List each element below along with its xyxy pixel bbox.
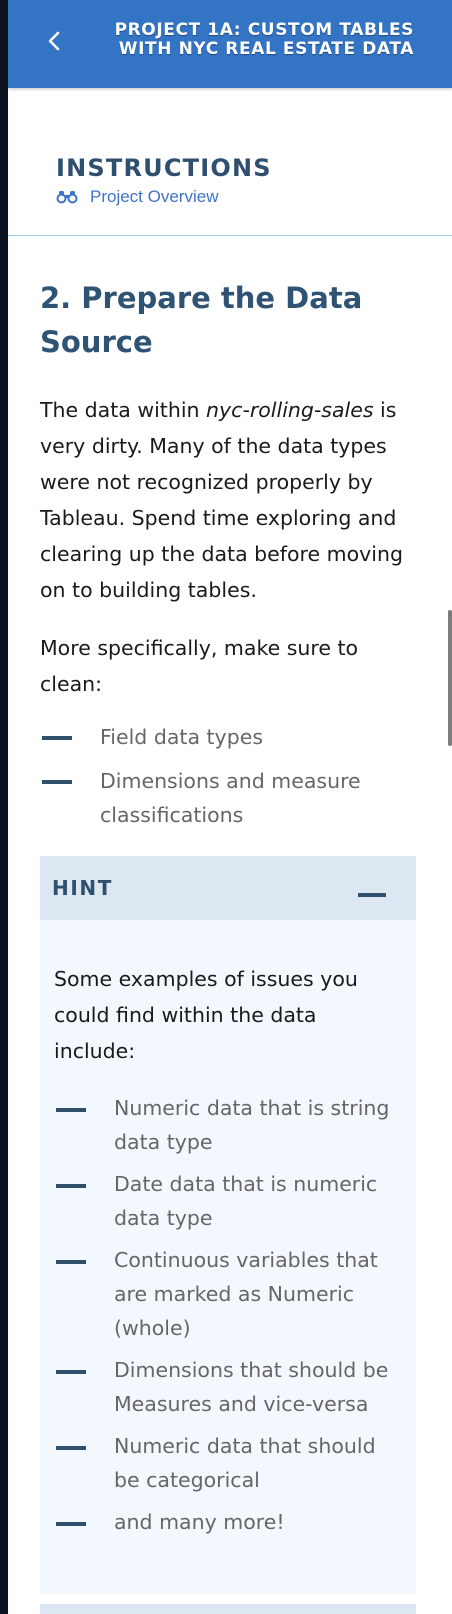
clean-intro: More specifically, make sure to clean:	[40, 636, 359, 696]
top-bar: PROJECT 1A: CUSTOM TABLES WITH NYC REAL …	[8, 0, 452, 88]
next-panel-header	[40, 1604, 416, 1614]
list-item-text: Numeric data that is string data type	[114, 1096, 390, 1154]
list-item-text: Dimensions and measure classifications	[100, 769, 361, 827]
section-title: 2. Prepare the Data Source	[40, 281, 363, 359]
project-overview-link[interactable]: Project Overview	[56, 187, 218, 207]
list-item: Field data types	[40, 720, 416, 754]
intro-text-before: The data within	[40, 398, 207, 422]
page-title-line-1: PROJECT 1A: CUSTOM TABLES	[114, 20, 414, 40]
dash-bullet-icon	[56, 1108, 86, 1112]
list-item: Date data that is numeric data type	[54, 1167, 399, 1235]
page-title: PROJECT 1A: CUSTOM TABLES WITH NYC REAL …	[114, 21, 414, 59]
list-item: Numeric data that should be categorical	[54, 1429, 399, 1497]
list-item: and many more!	[54, 1505, 399, 1539]
collapse-icon[interactable]	[358, 893, 386, 897]
dash-bullet-icon	[56, 1522, 86, 1526]
list-item: Continuous variables that are marked as …	[54, 1243, 399, 1345]
hint-list: Numeric data that is string data type Da…	[54, 1091, 399, 1539]
list-item-text: Dimensions that should be Measures and v…	[114, 1358, 389, 1416]
hint-panel: HINT Some examples of issues you could f…	[40, 856, 416, 1594]
page-title-line-2: WITH NYC REAL ESTATE DATA	[118, 39, 414, 59]
hint-header[interactable]: HINT	[40, 856, 416, 920]
dash-bullet-icon	[56, 1184, 86, 1188]
dash-bullet-icon	[56, 1260, 86, 1264]
binoculars-icon	[56, 191, 78, 204]
list-item-text: Numeric data that should be categorical	[114, 1434, 376, 1492]
hint-label: HINT	[52, 876, 113, 900]
hint-intro: Some examples of issues you could find w…	[54, 967, 358, 1063]
hint-body: Some examples of issues you could find w…	[54, 961, 399, 1547]
left-edge	[0, 0, 8, 1614]
list-item: Dimensions that should be Measures and v…	[54, 1353, 399, 1421]
back-button[interactable]	[34, 24, 74, 58]
list-item-text: and many more!	[114, 1510, 285, 1534]
list-item: Dimensions and measure classifications	[40, 764, 416, 832]
dash-bullet-icon	[56, 1370, 86, 1374]
list-item: Numeric data that is string data type	[54, 1091, 399, 1159]
list-item-text: Date data that is numeric data type	[114, 1172, 378, 1230]
dash-bullet-icon	[42, 780, 72, 784]
main-content: 2. Prepare the Data Source The data with…	[40, 276, 416, 842]
dataset-name: nyc-rolling-sales	[206, 398, 374, 422]
instructions-header: INSTRUCTIONS Project Overview	[8, 88, 452, 236]
intro-paragraph: The data within nyc-rolling-sales is ver…	[40, 392, 416, 608]
dash-bullet-icon	[56, 1446, 86, 1450]
intro-text-after: is very dirty. Many of the data types we…	[40, 398, 403, 602]
instructions-title: INSTRUCTIONS	[56, 154, 272, 182]
chevron-left-icon	[48, 31, 60, 51]
project-overview-label: Project Overview	[90, 187, 219, 206]
list-item-text: Field data types	[100, 725, 263, 749]
scrollbar[interactable]	[448, 610, 452, 746]
list-item-text: Continuous variables that are marked as …	[114, 1248, 378, 1340]
clean-list: Field data types Dimensions and measure …	[40, 720, 416, 832]
dash-bullet-icon	[42, 736, 72, 740]
